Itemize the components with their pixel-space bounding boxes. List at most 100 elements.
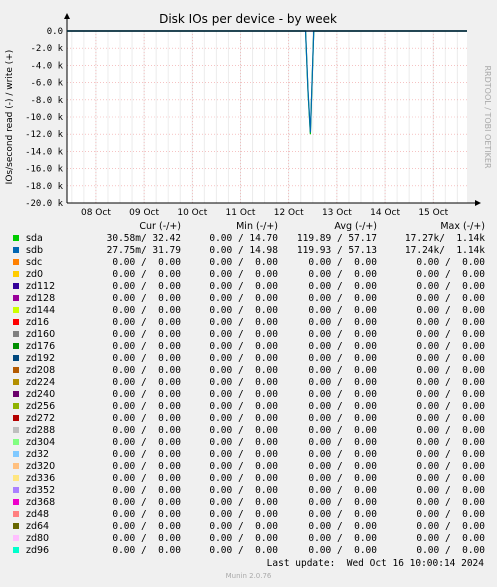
legend-rows: sda 30.58m/ 32.42 0.00 / 14.70 119.89 / 57.… — [13, 233, 485, 557]
legend-device-name: zd0 — [26, 269, 44, 280]
legend-max-value: 0.00 / 0.00 — [416, 437, 485, 448]
legend-max-value: 0.00 / 0.00 — [416, 413, 485, 424]
legend-max-value: 0.00 / 0.00 — [416, 317, 485, 328]
legend-avg-value: 0.00 / 0.00 — [308, 449, 377, 460]
legend-max-value: 0.00 / 0.00 — [416, 377, 485, 388]
legend-cur-value: 0.00 / 0.00 — [112, 437, 181, 448]
legend-avg-value: 0.00 / 0.00 — [308, 401, 377, 412]
y-tick-label: -18.0 k — [25, 182, 64, 192]
legend-min-value: 0.00 / 0.00 — [209, 365, 278, 376]
legend-cur-value: 0.00 / 0.00 — [112, 509, 181, 520]
legend-cur-value: 0.00 / 0.00 — [112, 401, 181, 412]
legend-max-value: 0.00 / 0.00 — [416, 257, 485, 268]
legend-device-name: sdb — [26, 245, 44, 256]
legend-max-value: 0.00 / 0.00 — [416, 545, 485, 556]
legend-min-value: 0.00 / 0.00 — [209, 341, 278, 352]
legend-swatch — [13, 487, 19, 493]
legend-swatch — [13, 331, 19, 337]
legend-row-zd368: zd368 0.00 / 0.00 0.00 / 0.00 0.00 / 0.00 0.… — [13, 497, 485, 509]
legend-row-zd80: zd80 0.00 / 0.00 0.00 / 0.00 0.00 / 0.00 0.0… — [13, 533, 485, 545]
legend-max-value: 0.00 / 0.00 — [416, 509, 485, 520]
legend-swatch — [13, 535, 19, 541]
legend-avg-value: 0.00 / 0.00 — [308, 341, 377, 352]
legend-avg-value: 0.00 / 0.00 — [308, 389, 377, 400]
legend-device-name: sda — [26, 233, 43, 244]
legend-avg-value: 0.00 / 0.00 — [308, 533, 377, 544]
legend-device-name: zd160 — [26, 329, 56, 340]
x-tick-label: 15 Oct — [418, 208, 448, 215]
legend-max-value: 0.00 / 0.00 — [416, 269, 485, 280]
y-axis-label: IOs/second read (-) / write (+) — [5, 50, 15, 185]
legend-max-value: 0.00 / 0.00 — [416, 473, 485, 484]
x-tick-label: 11 Oct — [226, 208, 256, 215]
legend-row-zd32: zd32 0.00 / 0.00 0.00 / 0.00 0.00 / 0.00 0.0… — [13, 449, 485, 461]
legend-min-value: 0.00 / 0.00 — [209, 473, 278, 484]
legend-row-zd144: zd144 0.00 / 0.00 0.00 / 0.00 0.00 / 0.00 0.… — [13, 305, 485, 317]
chart-title: Disk IOs per device - by week — [159, 12, 337, 26]
rrdtool-credit: RRDTOOL / TOBI OETIKER — [483, 65, 492, 168]
legend-swatch — [13, 391, 19, 397]
legend-cur-value: 0.00 / 0.00 — [112, 545, 181, 556]
legend-max-value: 0.00 / 0.00 — [416, 449, 485, 460]
legend-min-value: 0.00 / 0.00 — [209, 413, 278, 424]
legend-min-value: 0.00 / 0.00 — [209, 533, 278, 544]
legend-min-value: 0.00 / 0.00 — [209, 377, 278, 388]
legend-device-name: zd16 — [26, 317, 50, 328]
legend-swatch — [13, 379, 19, 385]
legend-min-value: 0.00 / 0.00 — [209, 425, 278, 436]
legend-avg-value: 119.89 / 57.17 — [296, 233, 377, 244]
legend-swatch — [13, 403, 19, 409]
legend-min-value: 0.00 / 0.00 — [209, 449, 278, 460]
legend-device-name: zd96 — [26, 545, 50, 556]
legend-row-zd128: zd128 0.00 / 0.00 0.00 / 0.00 0.00 / 0.00 0.… — [13, 293, 485, 305]
legend-cur-value: 0.00 / 0.00 — [112, 533, 181, 544]
legend-avg-value: 0.00 / 0.00 — [308, 521, 377, 532]
legend-avg-value: 0.00 / 0.00 — [308, 293, 377, 304]
legend-avg-value: 0.00 / 0.00 — [308, 425, 377, 436]
legend-cur-value: 0.00 / 0.00 — [112, 521, 181, 532]
legend-row-zd352: zd352 0.00 / 0.00 0.00 / 0.00 0.00 / 0.00 0.… — [13, 485, 485, 497]
y-tick-label: -14.0 k — [25, 147, 64, 157]
legend-row-zd288: zd288 0.00 / 0.00 0.00 / 0.00 0.00 / 0.00 0.… — [13, 425, 485, 437]
legend-max-value: 0.00 / 0.00 — [416, 353, 485, 364]
legend-max-value: 0.00 / 0.00 — [416, 305, 485, 316]
legend-min-value: 0.00 / 0.00 — [209, 401, 278, 412]
legend-device-name: zd48 — [26, 509, 50, 520]
legend-row-sdc: sdc 0.00 / 0.00 0.00 / 0.00 0.00 / 0.00 0.00… — [13, 257, 485, 269]
legend-device-name: zd352 — [26, 485, 56, 496]
legend-cur-value: 0.00 / 0.00 — [112, 497, 181, 508]
legend-swatch — [13, 427, 19, 433]
legend-cur-value: 30.58m/ 32.42 — [106, 233, 181, 244]
legend-cur-value: 0.00 / 0.00 — [112, 341, 181, 352]
y-tick-label: -8.0 k — [30, 96, 63, 106]
legend-cur-value: 0.00 / 0.00 — [112, 317, 181, 328]
x-tick-label: 12 Oct — [274, 208, 304, 215]
legend-min-value: 0.00 / 0.00 — [209, 509, 278, 520]
legend-max-value: 0.00 / 0.00 — [416, 389, 485, 400]
legend-swatch — [13, 415, 19, 421]
legend-min-value: 0.00 / 0.00 — [209, 437, 278, 448]
x-axis-arrow — [475, 200, 481, 206]
x-tick-label: 09 Oct — [129, 208, 159, 215]
legend-device-name: zd304 — [26, 437, 56, 448]
legend-device-name: zd256 — [26, 401, 56, 412]
legend-swatch — [13, 511, 19, 517]
legend-avg-value: 0.00 / 0.00 — [308, 317, 377, 328]
legend-cur-value: 0.00 / 0.00 — [112, 329, 181, 340]
legend-cur-value: 0.00 / 0.00 — [112, 293, 181, 304]
legend-device-name: zd192 — [26, 353, 56, 364]
legend-row-zd256: zd256 0.00 / 0.00 0.00 / 0.00 0.00 / 0.00 0.… — [13, 401, 485, 413]
legend-cur-value: 0.00 / 0.00 — [112, 413, 181, 424]
legend-cur-value: 0.00 / 0.00 — [112, 449, 181, 460]
legend-device-name: zd64 — [26, 521, 50, 532]
legend-min-value: 0.00 / 0.00 — [209, 485, 278, 496]
legend-swatch — [13, 295, 19, 301]
y-tick-label: -4.0 k — [30, 61, 63, 71]
legend-cur-value: 0.00 / 0.00 — [112, 353, 181, 364]
legend-avg-value: 0.00 / 0.00 — [308, 365, 377, 376]
legend-avg-value: 0.00 / 0.00 — [308, 281, 377, 292]
legend-avg-value: 0.00 / 0.00 — [308, 305, 377, 316]
legend-max-value: 17.27k/ 1.14k — [404, 233, 485, 244]
legend-min-value: 0.00 / 14.70 — [209, 233, 278, 244]
y-tick-label: -16.0 k — [25, 165, 64, 175]
